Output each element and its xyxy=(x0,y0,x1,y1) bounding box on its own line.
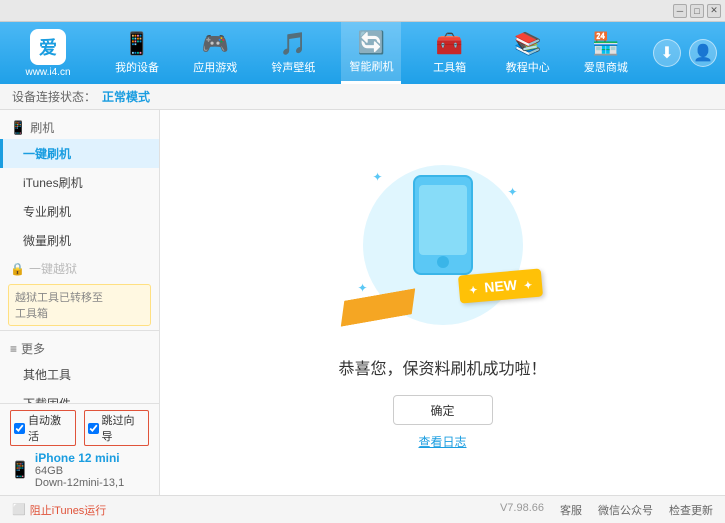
itunes-flash-label: iTunes刷机 xyxy=(23,176,83,190)
toolbox-icon: 🧰 xyxy=(436,31,463,57)
flash-section-icon: 📱 xyxy=(10,120,26,136)
smart-flash-icon: 🔄 xyxy=(358,30,385,56)
device-name: iPhone 12 mini xyxy=(35,451,124,465)
nav-smart-flash[interactable]: 🔄 智能刷机 xyxy=(341,22,401,84)
review-log-link[interactable]: 查看日志 xyxy=(418,433,466,450)
more-section-label: 更多 xyxy=(21,340,45,357)
nav-label-tutorial: 教程中心 xyxy=(506,59,550,75)
nav-label-apps-games: 应用游戏 xyxy=(193,59,237,75)
sidebar-divider xyxy=(0,330,159,331)
logo-icon: 爱 xyxy=(30,29,66,65)
device-storage: 64GB xyxy=(35,465,124,477)
wechat-link[interactable]: 微信公众号 xyxy=(598,502,653,518)
device-info: 📱 iPhone 12 mini 64GB Down-12mini-13,1 xyxy=(10,451,149,489)
device-phone-icon: 📱 xyxy=(10,460,30,480)
logo[interactable]: 爱 www.i4.cn xyxy=(8,29,88,78)
device-checkboxes: 自动激活 跳过向导 xyxy=(10,410,149,446)
skip-wizard-input[interactable] xyxy=(88,423,99,434)
new-badge: NEW xyxy=(458,268,543,303)
tutorial-icon: 📚 xyxy=(514,31,541,57)
auto-connect-checkbox[interactable]: 自动激活 xyxy=(10,410,76,446)
nav-store[interactable]: 🏪 爱思商城 xyxy=(576,22,636,84)
nav-ringtones[interactable]: 🎵 铃声壁纸 xyxy=(263,22,323,84)
user-button[interactable]: 👤 xyxy=(689,39,717,67)
more-section-icon: ≡ xyxy=(10,342,17,356)
apps-games-icon: 🎮 xyxy=(202,31,229,57)
footer: ⬜ 阻止iTunes运行 V7.98.66 客服 微信公众号 检查更新 xyxy=(0,495,725,523)
sparkle-3: ✦ xyxy=(358,281,368,295)
store-icon: 🏪 xyxy=(592,31,619,57)
stop-itunes-button[interactable]: 阻止iTunes运行 xyxy=(30,502,107,518)
sidebar-section-flash: 📱 刷机 xyxy=(0,114,159,139)
phone-illustration: ✦ ✦ ✦ NEW xyxy=(353,155,533,335)
device-firmware: Down-12mini-13,1 xyxy=(35,477,124,489)
nav-my-device[interactable]: 📱 我的设备 xyxy=(107,22,167,84)
my-device-icon: 📱 xyxy=(123,31,150,57)
sidebar-item-one-click-flash[interactable]: 一键刷机 xyxy=(0,139,159,168)
sidebar-item-pro-flash[interactable]: 专业刷机 xyxy=(0,197,159,226)
sparkle-1: ✦ xyxy=(373,170,383,184)
other-tools-label: 其他工具 xyxy=(23,368,71,382)
nav-bar: 📱 我的设备 🎮 应用游戏 🎵 铃声壁纸 🔄 智能刷机 🧰 工具箱 📚 教程中心… xyxy=(98,22,645,84)
footer-left: ⬜ 阻止iTunes运行 xyxy=(12,502,106,518)
sidebar-item-itunes-flash[interactable]: iTunes刷机 xyxy=(0,168,159,197)
close-button[interactable]: ✕ xyxy=(707,4,721,18)
nav-tutorial[interactable]: 📚 教程中心 xyxy=(498,22,558,84)
download-button[interactable]: ⬇ xyxy=(653,39,681,67)
jailbreak-section-label: 一键越狱 xyxy=(29,260,77,277)
check-update-link[interactable]: 检查更新 xyxy=(669,502,713,518)
nav-label-store: 爱思商城 xyxy=(584,59,628,75)
nav-apps-games[interactable]: 🎮 应用游戏 xyxy=(185,22,245,84)
status-label: 设备连接状态： xyxy=(12,88,96,105)
sidebar-item-preserve-flash[interactable]: 微量刷机 xyxy=(0,226,159,255)
pro-flash-label: 专业刷机 xyxy=(23,205,71,219)
phone-screen xyxy=(419,185,467,255)
header-right: ⬇ 👤 xyxy=(653,39,717,67)
content-area: ✦ ✦ ✦ NEW 恭喜您，保资料刷机成功啦！ 确定 查看日志 xyxy=(160,110,725,495)
customer-service-link[interactable]: 客服 xyxy=(560,502,582,518)
minimize-button[interactable]: ─ xyxy=(673,4,687,18)
preserve-flash-label: 微量刷机 xyxy=(23,234,71,248)
confirm-button[interactable]: 确定 xyxy=(393,395,493,425)
stop-itunes-icon: ⬜ xyxy=(12,503,26,516)
ribbon xyxy=(336,288,419,327)
flash-section-label: 刷机 xyxy=(30,119,54,136)
nav-label-smart-flash: 智能刷机 xyxy=(349,58,393,74)
ringtones-icon: 🎵 xyxy=(280,31,307,57)
one-click-flash-label: 一键刷机 xyxy=(23,147,71,161)
status-value: 正常模式 xyxy=(102,88,150,105)
header: 爱 www.i4.cn 📱 我的设备 🎮 应用游戏 🎵 铃声壁纸 🔄 智能刷机 … xyxy=(0,22,725,84)
title-bar: ─ □ ✕ xyxy=(0,0,725,22)
skip-wizard-checkbox[interactable]: 跳过向导 xyxy=(84,410,150,446)
sparkle-2: ✦ xyxy=(507,185,517,199)
nav-toolbox[interactable]: 🧰 工具箱 xyxy=(420,22,480,84)
logo-text: www.i4.cn xyxy=(25,67,70,78)
phone-device xyxy=(413,175,473,275)
device-details: iPhone 12 mini 64GB Down-12mini-13,1 xyxy=(35,451,124,489)
sidebar-section-more: ≡ 更多 xyxy=(0,335,159,360)
phone-home-button xyxy=(437,256,449,268)
footer-right: V7.98.66 客服 微信公众号 检查更新 xyxy=(500,502,713,518)
nav-label-toolbox: 工具箱 xyxy=(433,59,466,75)
status-bar: 设备连接状态： 正常模式 xyxy=(0,84,725,110)
lock-icon: 🔒 xyxy=(10,262,25,276)
maximize-button[interactable]: □ xyxy=(690,4,704,18)
nav-label-my-device: 我的设备 xyxy=(115,59,159,75)
success-text: 恭喜您，保资料刷机成功啦！ xyxy=(338,355,546,379)
version-label: V7.98.66 xyxy=(500,502,544,518)
auto-connect-input[interactable] xyxy=(14,423,25,434)
nav-label-ringtones: 铃声壁纸 xyxy=(271,59,315,75)
sidebar-item-other-tools[interactable]: 其他工具 xyxy=(0,360,159,389)
sidebar-section-jailbreak: 🔒 一键越狱 xyxy=(0,255,159,280)
device-area: 自动激活 跳过向导 📱 iPhone 12 mini 64GB Down-12m… xyxy=(0,403,160,495)
jailbreak-notice: 越狱工具已转移至工具箱 xyxy=(8,284,151,326)
